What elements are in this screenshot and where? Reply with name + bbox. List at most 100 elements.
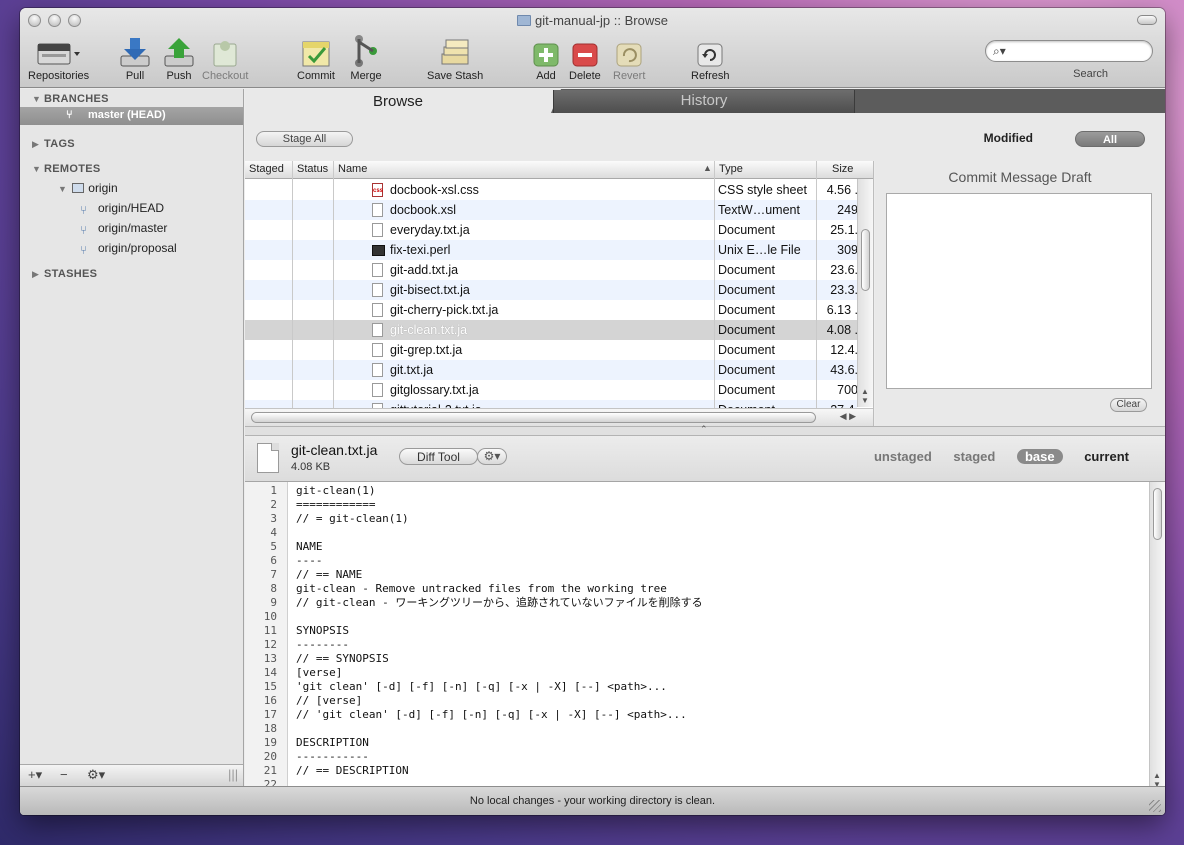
disclosure-triangle-icon[interactable]: ▶ xyxy=(32,139,39,150)
mode-unstaged[interactable]: unstaged xyxy=(874,449,932,464)
modified-label: Modified xyxy=(983,131,1033,145)
file-content-view[interactable]: 1 git-clean(1) 2 ============ 3 // = git-clea… xyxy=(245,482,1165,791)
push-button[interactable]: Push xyxy=(162,34,196,82)
scroll-arrows-icon[interactable]: ▲ ▼ xyxy=(861,387,869,405)
sidebar-item-origin-master[interactable]: ⑂ origin/master xyxy=(80,221,167,237)
refresh-button[interactable]: Refresh xyxy=(691,34,730,82)
file-type-cell: Document xyxy=(718,283,775,297)
table-row[interactable]: docbook-xsl.css CSS style sheet 4.56 . xyxy=(245,180,858,200)
sidebar-item-origin-head[interactable]: ⑂ origin/HEAD xyxy=(80,201,164,217)
search-input[interactable] xyxy=(1012,43,1142,59)
table-row[interactable]: git-add.txt.ja Document 23.6. xyxy=(245,260,858,280)
window-title: git-manual-jp :: Browse xyxy=(20,13,1165,28)
line-number: 12 xyxy=(263,638,277,651)
gear-menu-button[interactable]: ⚙▾ xyxy=(477,448,507,465)
line-text: git-clean(1) xyxy=(296,484,376,497)
drag-handle-icon[interactable]: ⌃ xyxy=(700,424,708,435)
search-field[interactable]: ⌕▾ xyxy=(985,40,1153,62)
line-number: 3 xyxy=(270,512,277,525)
scrollbar-thumb[interactable] xyxy=(1153,488,1162,540)
file-name-cell: fix-texi.perl xyxy=(390,243,451,257)
table-row[interactable]: git-cherry-pick.txt.ja Document 6.13 . xyxy=(245,300,858,320)
mode-base[interactable]: base xyxy=(1016,449,1063,464)
scrollbar-thumb[interactable] xyxy=(861,229,870,291)
merge-button[interactable]: Merge xyxy=(349,34,383,82)
column-size[interactable]: Size xyxy=(832,163,853,175)
toolbar-toggle-button[interactable] xyxy=(1137,15,1157,25)
commit-button[interactable]: Commit xyxy=(297,34,335,82)
table-header: Staged Status Name ▲ Type Size xyxy=(245,161,873,179)
line-number: 6 xyxy=(270,554,277,567)
gear-icon: ⚙▾ xyxy=(483,449,501,463)
disclosure-triangle-icon[interactable]: ▶ xyxy=(32,269,39,280)
sidebar-item-origin-proposal[interactable]: ⑂ origin/proposal xyxy=(80,241,177,257)
line-text: // git-clean - ワーキングツリーから、追跡されていないファイルを削… xyxy=(296,596,703,609)
line-number: 4 xyxy=(270,526,277,539)
checkout-icon xyxy=(213,41,237,67)
add-button[interactable]: Add xyxy=(532,34,560,82)
sidebar-bottom-bar: +▾ − ⚙▾ ||| xyxy=(20,764,243,786)
clear-button[interactable]: Clear xyxy=(1110,398,1147,412)
column-staged[interactable]: Staged xyxy=(249,163,284,175)
file-list-vertical-scrollbar[interactable]: ▲ ▼ xyxy=(857,179,873,407)
branches-header[interactable]: ▼ BRANCHES xyxy=(32,93,109,105)
commit-message-input[interactable] xyxy=(886,193,1152,389)
remove-item-button[interactable]: − xyxy=(60,767,68,782)
status-bar: No local changes - your working director… xyxy=(20,786,1165,815)
resize-handle-icon[interactable]: ||| xyxy=(228,767,238,782)
file-type-cell: CSS style sheet xyxy=(718,183,807,197)
stage-bar: Stage All Modified All xyxy=(245,113,1165,161)
table-row[interactable]: git-grep.txt.ja Document 12.4. xyxy=(245,340,858,360)
sidebar-gear-button[interactable]: ⚙▾ xyxy=(87,767,105,783)
line-number: 10 xyxy=(263,610,277,623)
tab-history[interactable]: History xyxy=(553,90,855,113)
diff-tool-button[interactable]: Diff Tool xyxy=(399,448,478,465)
table-row[interactable]: gitglossary.txt.ja Document 700 xyxy=(245,380,858,400)
file-size-cell: 23.6. xyxy=(830,263,858,277)
app-window: git-manual-jp :: Browse Repositories Pul… xyxy=(20,8,1165,815)
pull-button[interactable]: Pull xyxy=(118,34,152,82)
branch-icon: ⑂ xyxy=(66,109,73,121)
status-text: No local changes - your working director… xyxy=(469,795,716,807)
filter-all-button[interactable]: All xyxy=(1075,131,1145,147)
delete-button[interactable]: Delete xyxy=(569,34,601,82)
mode-staged[interactable]: staged xyxy=(953,449,995,464)
table-row[interactable]: git.txt.ja Document 43.6. xyxy=(245,360,858,380)
column-type[interactable]: Type xyxy=(719,163,743,175)
mode-current[interactable]: current xyxy=(1084,449,1129,464)
file-list-horizontal-scrollbar[interactable]: ◀ ▶ xyxy=(245,408,873,426)
table-row[interactable]: fix-texi.perl Unix E…le File 309 xyxy=(245,240,858,260)
tab-browse[interactable]: Browse xyxy=(245,89,561,113)
column-name[interactable]: Name xyxy=(338,163,367,175)
resize-grip-icon[interactable] xyxy=(1149,800,1161,812)
table-row[interactable]: git-bisect.txt.ja Document 23.3. xyxy=(245,280,858,300)
repositories-button[interactable]: Repositories xyxy=(28,34,89,82)
table-row[interactable]: everyday.txt.ja Document 25.1. xyxy=(245,220,858,240)
line-number: 19 xyxy=(263,736,277,749)
file-name-cell: gitglossary.txt.ja xyxy=(390,383,479,397)
file-size-cell: 4.08 . xyxy=(826,323,858,337)
scrollbar-thumb[interactable] xyxy=(251,412,816,423)
stashes-header[interactable]: ▶ STASHES xyxy=(32,268,97,280)
split-view-handle[interactable]: ⌃ xyxy=(245,424,1165,436)
line-text: ---- xyxy=(296,554,323,567)
tags-header[interactable]: ▶ TAGS xyxy=(32,138,75,150)
table-row[interactable]: docbook.xsl TextW…ument 249 xyxy=(245,200,858,220)
line-number: 21 xyxy=(263,764,277,777)
disclosure-triangle-icon[interactable]: ▼ xyxy=(32,164,41,174)
table-row[interactable]: git-clean.txt.ja Document 4.08 . xyxy=(245,320,858,340)
sidebar-item-master[interactable]: ⑂ master (HEAD) xyxy=(20,107,243,125)
column-status[interactable]: Status xyxy=(297,163,328,175)
stage-all-button[interactable]: Stage All xyxy=(256,131,353,147)
scroll-arrows-icon[interactable]: ◀ ▶ xyxy=(840,411,856,422)
disclosure-triangle-icon[interactable]: ▼ xyxy=(58,184,67,194)
code-vertical-scrollbar[interactable]: ▲ ▼ xyxy=(1149,482,1165,791)
xsl-file-icon xyxy=(372,203,383,217)
checkout-button[interactable]: Checkout xyxy=(202,34,248,82)
remotes-header[interactable]: ▼ REMOTES xyxy=(32,163,101,175)
sidebar-item-origin[interactable]: ▼ origin xyxy=(58,181,118,195)
disclosure-triangle-icon[interactable]: ▼ xyxy=(32,94,41,104)
revert-button[interactable]: Revert xyxy=(613,34,645,82)
save-stash-button[interactable]: Save Stash xyxy=(427,34,483,82)
add-item-button[interactable]: +▾ xyxy=(28,767,42,783)
